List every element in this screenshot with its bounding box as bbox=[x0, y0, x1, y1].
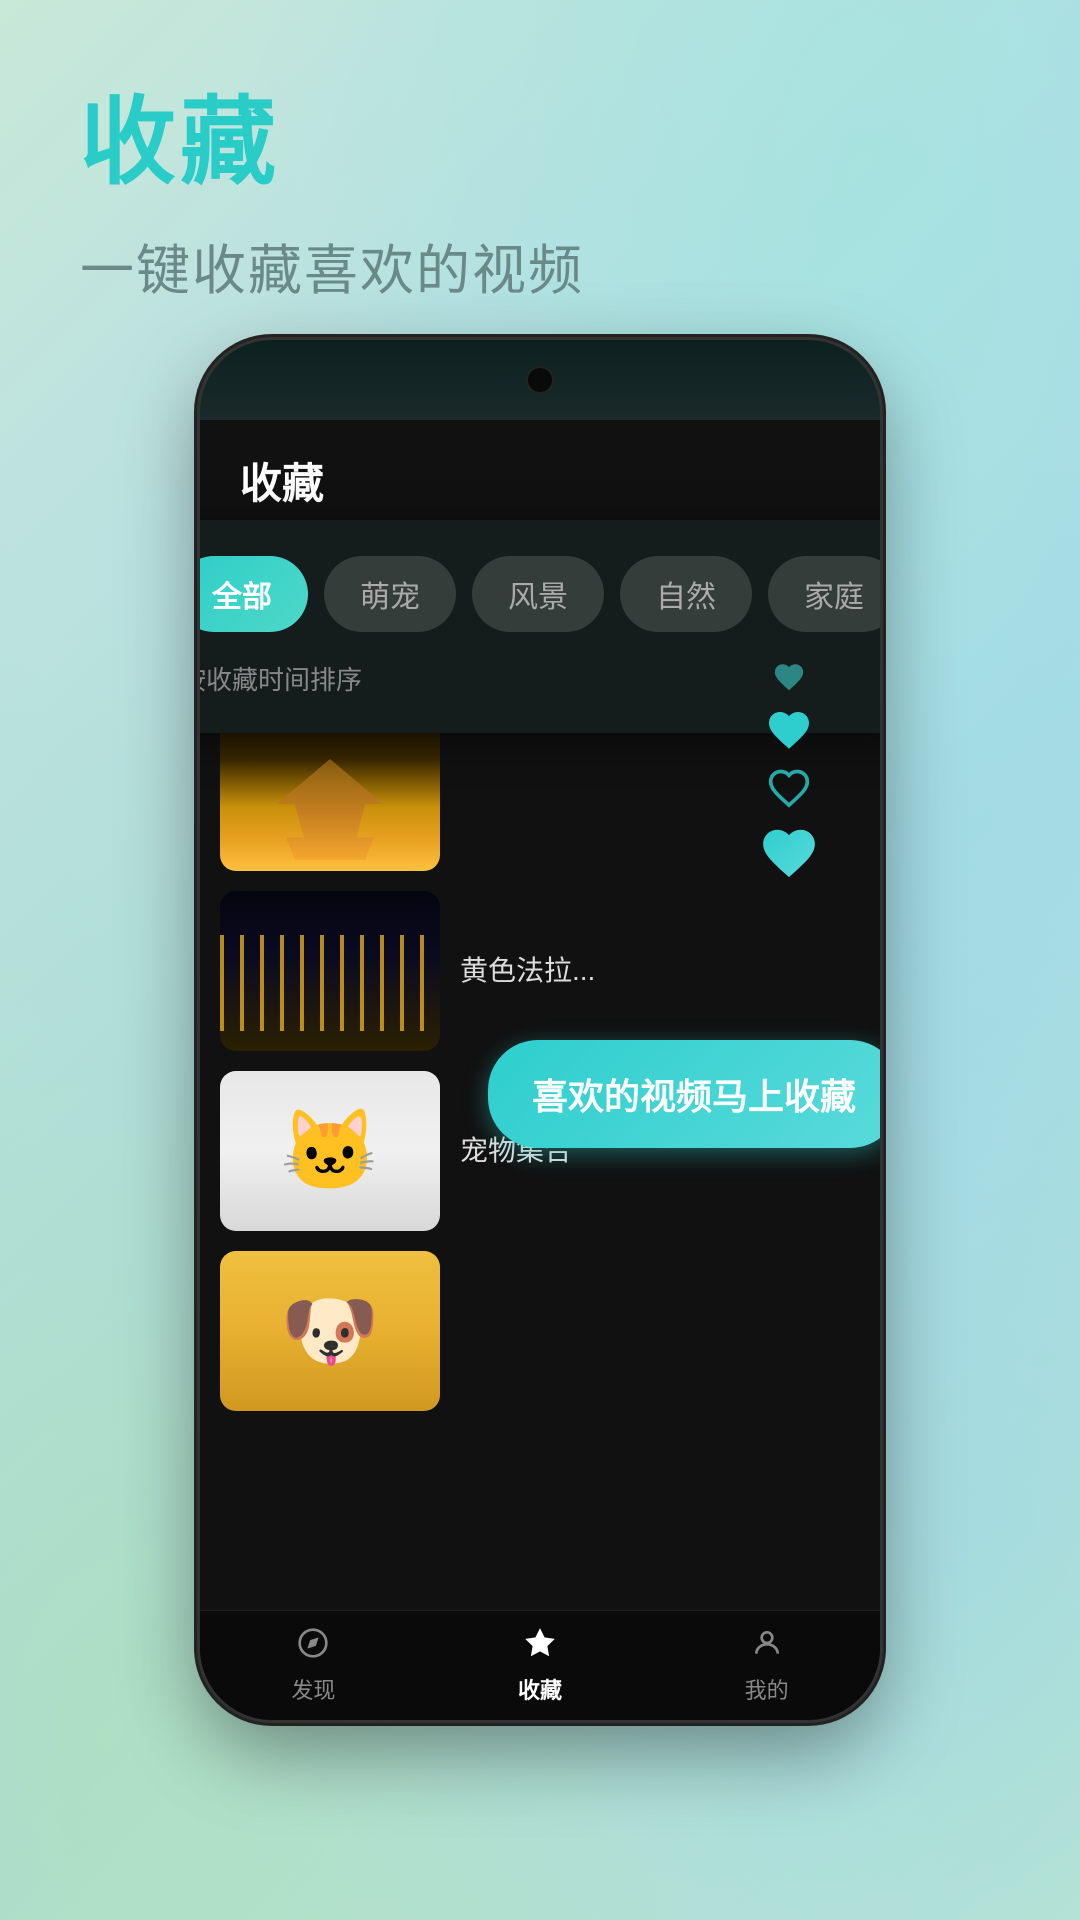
nav-item-profile[interactable]: 我的 bbox=[653, 1627, 880, 1705]
filter-tab-pets[interactable]: 萌宠 bbox=[324, 556, 456, 632]
filter-tab-nature[interactable]: 自然 bbox=[620, 556, 752, 632]
video-title: 黄色法拉... bbox=[460, 951, 860, 990]
video-info: 黄色法拉... bbox=[460, 951, 860, 990]
app-header: 收藏 bbox=[200, 420, 880, 531]
heart-icon-medium bbox=[765, 706, 813, 754]
video-thumbnail-eiffel bbox=[220, 711, 440, 871]
list-item[interactable]: 黄色法拉... bbox=[220, 891, 860, 1051]
heart-icon-outline bbox=[767, 766, 811, 810]
nav-item-discover[interactable]: 发现 bbox=[200, 1627, 427, 1705]
thumb-city-image bbox=[220, 891, 440, 1051]
filter-tab-family[interactable]: 家庭 bbox=[768, 556, 880, 632]
video-thumbnail-cat: 🐱 bbox=[220, 1071, 440, 1231]
phone-camera bbox=[526, 366, 554, 394]
phone-screen: 收藏 全部 萌宠 风景 自然 家庭 按收藏时间排序 bbox=[200, 420, 880, 1720]
thumb-dog-image: 🐶 bbox=[220, 1251, 440, 1411]
thumb-eiffel-image bbox=[220, 711, 440, 871]
video-thumbnail-city bbox=[220, 891, 440, 1051]
app-header-title: 收藏 bbox=[240, 450, 840, 511]
list-item[interactable]: 🐶 bbox=[220, 1251, 860, 1411]
nav-label-collect: 收藏 bbox=[518, 1673, 562, 1705]
compass-icon bbox=[297, 1627, 329, 1667]
filter-tabs: 全部 萌宠 风景 自然 家庭 bbox=[200, 556, 880, 632]
hearts-container bbox=[758, 660, 820, 884]
bottom-nav: 发现 收藏 bbox=[200, 1610, 880, 1720]
video-thumbnail-dog: 🐶 bbox=[220, 1251, 440, 1411]
heart-icon-large bbox=[758, 822, 820, 884]
nav-label-profile: 我的 bbox=[745, 1673, 789, 1705]
filter-tab-scenery[interactable]: 风景 bbox=[472, 556, 604, 632]
subtitle: 一键收藏喜欢的视频 bbox=[80, 226, 584, 305]
filter-tab-all[interactable]: 全部 bbox=[200, 556, 308, 632]
person-icon bbox=[751, 1627, 783, 1667]
phone-mockup: 收藏 全部 萌宠 风景 自然 家庭 按收藏时间排序 bbox=[200, 340, 880, 1720]
star-icon bbox=[524, 1627, 556, 1667]
phone-top-bar bbox=[200, 340, 880, 420]
nav-item-collect[interactable]: 收藏 bbox=[427, 1627, 654, 1705]
top-section: 收藏 一键收藏喜欢的视频 bbox=[80, 90, 584, 305]
tooltip-bubble: 喜欢的视频马上收藏 bbox=[488, 1040, 880, 1148]
screen-content: 收藏 全部 萌宠 风景 自然 家庭 按收藏时间排序 bbox=[200, 420, 880, 1720]
heart-icon-small bbox=[772, 660, 806, 694]
thumb-cat-image: 🐱 bbox=[220, 1071, 440, 1231]
nav-label-discover: 发现 bbox=[291, 1673, 335, 1705]
main-title: 收藏 bbox=[80, 90, 584, 196]
